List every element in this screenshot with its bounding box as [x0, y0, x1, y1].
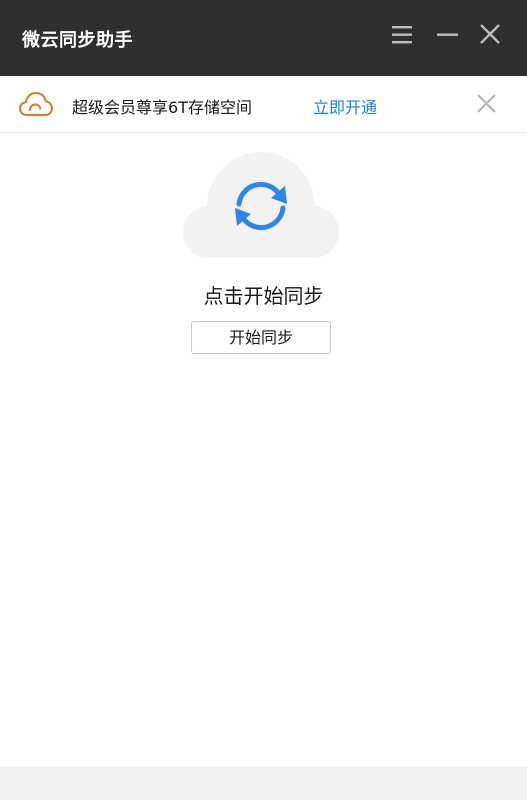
dismiss-banner-button[interactable] [473, 90, 501, 118]
sync-cloud-illustration [183, 152, 339, 258]
promo-banner: 超级会员尊享6T存储空间 立即开通 [0, 76, 527, 133]
start-sync-button[interactable]: 开始同步 [191, 321, 331, 354]
menu-button[interactable] [388, 20, 418, 50]
minimize-button[interactable] [433, 20, 463, 50]
activate-link[interactable]: 立即开通 [313, 94, 377, 118]
footer-bar [0, 766, 527, 800]
sync-status-text: 点击开始同步 [203, 284, 324, 308]
app-window: 微云同步助手 超级会员尊享6T存储空间 立即开通 点击开始同步 开始同步 [0, 0, 527, 800]
promo-text: 超级会员尊享6T存储空间 [72, 98, 252, 117]
app-title: 微云同步助手 [22, 30, 133, 51]
close-button[interactable] [476, 20, 506, 50]
menu-icon [392, 26, 412, 44]
close-icon [480, 24, 500, 44]
cloud-icon [18, 91, 54, 117]
minimize-icon [437, 33, 458, 36]
close-icon [477, 94, 496, 113]
title-bar: 微云同步助手 [0, 0, 527, 76]
